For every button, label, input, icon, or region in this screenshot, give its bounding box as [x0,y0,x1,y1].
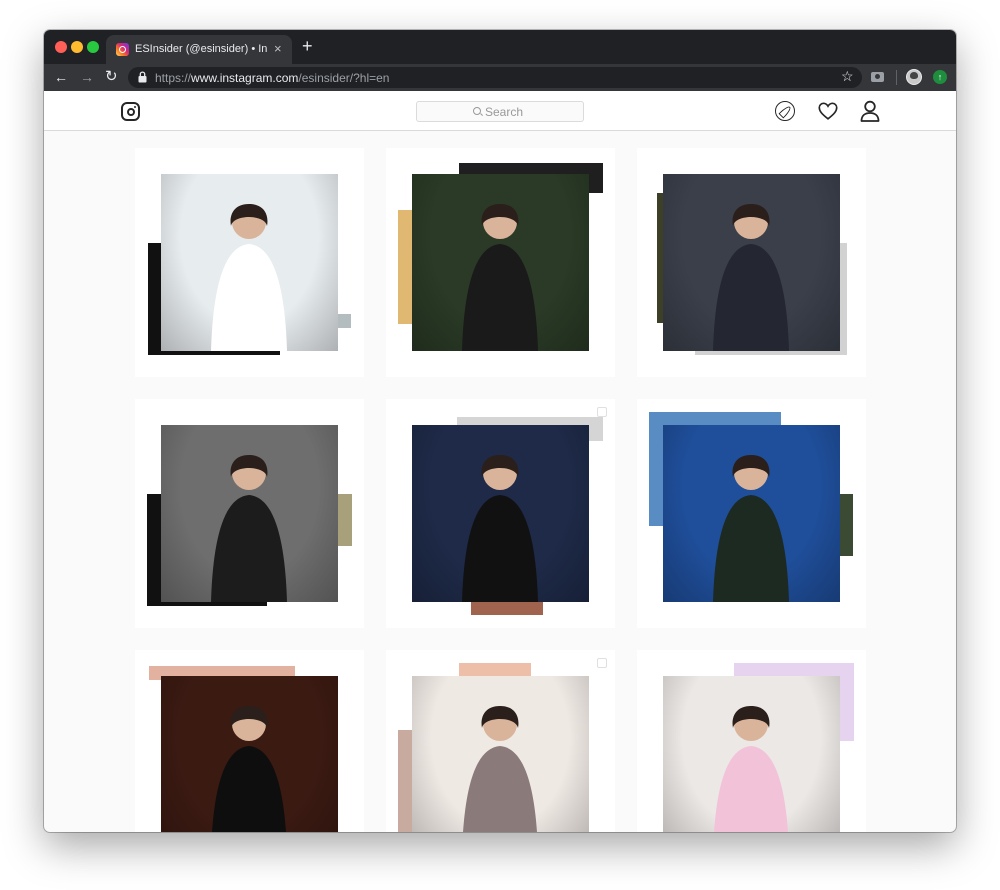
decorative-block [471,601,543,615]
post-photo [161,676,338,832]
tab-instagram[interactable]: ESInsider (@esinsider) • Instagram photo… [106,35,292,64]
post-photo [663,676,840,832]
post-photo [412,425,589,602]
figure-silhouette [713,455,789,602]
instagram-favicon-icon [116,43,129,56]
tab-strip: ESInsider (@esinsider) • Instagram photo… [44,30,956,64]
camera-extension-icon[interactable] [871,72,884,82]
figure-silhouette [211,455,287,602]
zoom-window-button[interactable] [87,41,99,53]
browser-toolbar: ← → ↻ https://www.instagram.com/esinside… [44,64,956,91]
post-photo [663,425,840,602]
instagram-logo-icon[interactable] [121,102,140,121]
back-button[interactable]: ← [54,68,68,86]
multiple-photos-icon [597,658,607,668]
figure-silhouette [713,204,789,351]
figure-silhouette [212,706,286,832]
post-photo [663,174,840,351]
post-photo [412,676,589,832]
instagram-header: Search [44,91,956,131]
minimize-window-button[interactable] [71,41,83,53]
bookmark-star-icon[interactable]: ☆ [841,68,854,85]
post-photo [412,174,589,351]
decorative-block [839,494,853,556]
figure-silhouette [462,455,538,602]
multiple-photos-icon [597,407,607,417]
post-thumbnail[interactable] [637,650,866,832]
reload-button[interactable]: ↻ [105,68,118,86]
browser-profile-avatar[interactable] [906,69,922,85]
figure-silhouette [714,706,788,832]
post-photo [161,425,338,602]
post-thumbnail[interactable] [135,650,364,832]
post-photo [161,174,338,351]
decorative-block [459,663,531,677]
tab-close-icon[interactable]: × [274,41,282,56]
post-thumbnail[interactable] [386,399,615,628]
photo-grid [44,132,956,832]
close-window-button[interactable] [55,41,67,53]
address-bar[interactable]: https://www.instagram.com/esinsider/?hl=… [128,67,862,88]
toolbar-divider [896,70,897,85]
browser-window: ESInsider (@esinsider) • Instagram photo… [44,30,956,832]
profile-icon[interactable] [860,100,880,122]
post-thumbnail[interactable] [386,148,615,377]
url-host: www.instagram.com [191,71,299,85]
post-thumbnail[interactable] [637,148,866,377]
figure-silhouette [462,204,538,351]
search-input[interactable]: Search [416,101,584,122]
search-placeholder: Search [485,105,524,119]
forward-button[interactable]: → [80,68,94,86]
search-icon [473,107,481,115]
url-path: /esinsider/?hl=en [298,71,390,85]
update-arrow-icon[interactable]: ↑ [933,70,947,84]
url-scheme: https:// [155,71,192,85]
post-thumbnail[interactable] [135,399,364,628]
post-thumbnail[interactable] [637,399,866,628]
lock-icon [138,71,147,83]
figure-silhouette [463,706,537,832]
compass-icon[interactable] [775,101,795,121]
heart-icon[interactable] [817,100,839,122]
post-thumbnail[interactable] [135,148,364,377]
url-text: https://www.instagram.com/esinsider/?hl=… [155,71,389,85]
figure-silhouette [211,204,287,351]
tab-title: ESInsider (@esinsider) • Instagram photo… [135,43,267,55]
post-thumbnail[interactable] [386,650,615,832]
new-tab-button[interactable]: + [302,37,313,55]
